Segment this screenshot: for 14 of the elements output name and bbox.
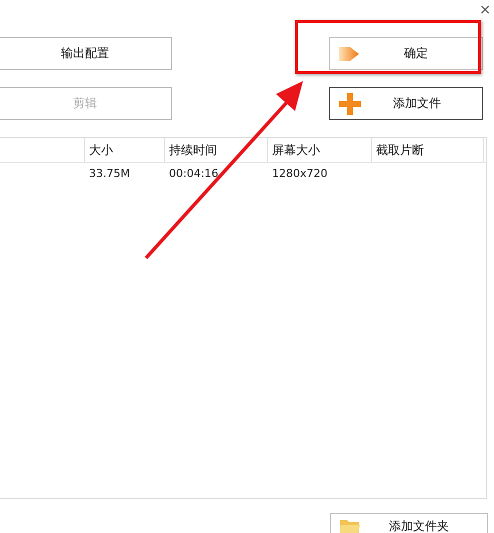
- close-button[interactable]: ×: [479, 3, 491, 17]
- folder-icon: [339, 518, 361, 533]
- table-cell: 00:04:16: [169, 167, 218, 180]
- add-folder-button[interactable]: 添加文件夹: [330, 513, 488, 533]
- table-cell: 33.75M: [89, 167, 130, 180]
- dialog-button[interactable]: 添加文件: [329, 87, 483, 120]
- column-header[interactable]: 屏幕大小: [268, 138, 372, 162]
- column-header[interactable]: 截取片断: [372, 138, 484, 162]
- table-cell: 1280x720: [272, 167, 328, 180]
- dialog-button[interactable]: 确定: [329, 37, 483, 70]
- plus-icon: [338, 92, 362, 116]
- column-header[interactable]: 持续时间: [165, 138, 268, 162]
- column-header[interactable]: 大小: [85, 138, 165, 162]
- dialog-button[interactable]: 输出配置: [0, 37, 172, 70]
